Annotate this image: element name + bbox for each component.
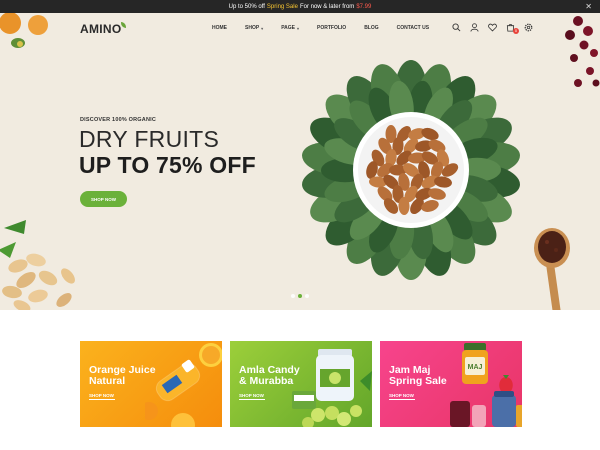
heart-icon[interactable] bbox=[488, 23, 497, 32]
hero-title-line2: UP TO 75% OFF bbox=[79, 152, 256, 178]
close-icon[interactable]: ✕ bbox=[585, 2, 592, 11]
hero-slider: AMINO HOME SHOP ▾ PAGE ▾ PORTFOLIO BLOG CO… bbox=[0, 13, 600, 310]
amla-candy-image bbox=[292, 349, 372, 427]
nav-item-shop[interactable]: SHOP ▾ bbox=[245, 25, 263, 31]
nav-item-portfolio[interactable]: PORTFOLIO bbox=[317, 25, 346, 31]
jar-label: MAJ bbox=[468, 364, 483, 371]
chevron-down-icon: ▾ bbox=[297, 25, 300, 31]
apricots-image bbox=[0, 13, 48, 48]
banner-title-line2: Spring Sale bbox=[389, 375, 447, 387]
nav-item-contact[interactable]: CONTACT US bbox=[397, 25, 429, 31]
slider-dots bbox=[291, 294, 309, 298]
nav-label: HOME bbox=[212, 25, 227, 31]
jam-jars-image: MAJ bbox=[450, 343, 522, 427]
banner-shop-now-link[interactable]: SHOP NOW bbox=[239, 393, 265, 400]
user-icon[interactable] bbox=[470, 23, 479, 32]
settings-icon[interactable] bbox=[524, 23, 533, 32]
banner-title-line2: Natural bbox=[89, 375, 126, 387]
slider-dot[interactable] bbox=[305, 294, 309, 298]
announcement-bar: Up to 50% off Spring Sale For now & late… bbox=[0, 0, 600, 13]
banner-orange-juice[interactable]: Orange Juice Natural SHOP NOW bbox=[80, 341, 222, 427]
chevron-down-icon: ▾ bbox=[261, 25, 264, 31]
slider-dot-active[interactable] bbox=[298, 294, 302, 298]
nav-label: CONTACT US bbox=[396, 25, 430, 31]
banner-shop-now-link[interactable]: SHOP NOW bbox=[389, 393, 415, 400]
cart-count-badge: 0 bbox=[513, 28, 519, 34]
hero-title-line1: DRY FRUITS bbox=[79, 126, 220, 152]
nav-label: SHOP bbox=[245, 25, 260, 31]
brand-logo-text: AMINO bbox=[80, 22, 122, 36]
banner-jam-maj[interactable]: MAJ Jam Maj Spring Sale SHOP NOW bbox=[380, 341, 522, 427]
announcement-highlight: Spring Sale bbox=[266, 3, 298, 10]
orange-juice-image bbox=[145, 343, 222, 427]
banner-amla-candy[interactable]: Amla Candy & Murabba SHOP NOW bbox=[230, 341, 372, 427]
nav-label: BLOG bbox=[364, 25, 379, 31]
shop-now-button[interactable]: SHOP NOW bbox=[80, 191, 127, 207]
banner-title-line2: & Murabba bbox=[239, 375, 294, 387]
slider-dot[interactable] bbox=[291, 294, 295, 298]
nav-label: PORTFOLIO bbox=[317, 25, 347, 31]
banner-title: Jam Maj Spring Sale bbox=[389, 365, 447, 387]
banner-shop-now-link[interactable]: SHOP NOW bbox=[89, 393, 115, 400]
announcement-text-after: For now & later from bbox=[299, 3, 355, 10]
header-actions: 0 bbox=[452, 23, 533, 34]
hero-kicker: DISCOVER 100% ORGANIC bbox=[80, 117, 157, 123]
brand-logo[interactable]: AMINO bbox=[80, 22, 126, 36]
announcement-text: Up to 50% off bbox=[228, 3, 265, 10]
announcement-price: $7.99 bbox=[356, 3, 372, 10]
main-nav: HOME SHOP ▾ PAGE ▾ PORTFOLIO BLOG CONTACT … bbox=[212, 25, 447, 31]
search-icon[interactable] bbox=[452, 23, 461, 32]
banner-title: Orange Juice Natural bbox=[89, 365, 156, 387]
banner-title: Amla Candy & Murabba bbox=[239, 365, 300, 387]
cashews-image bbox=[0, 220, 75, 310]
almond-bowl-image bbox=[302, 60, 520, 280]
nav-item-home[interactable]: HOME bbox=[212, 25, 227, 31]
nav-label: PAGE bbox=[281, 25, 295, 31]
nav-item-page[interactable]: PAGE ▾ bbox=[281, 25, 299, 31]
cart-icon[interactable]: 0 bbox=[506, 23, 519, 34]
spoon-spice-image bbox=[534, 228, 570, 310]
nav-item-blog[interactable]: BLOG bbox=[364, 25, 378, 31]
berries-image bbox=[565, 16, 600, 87]
